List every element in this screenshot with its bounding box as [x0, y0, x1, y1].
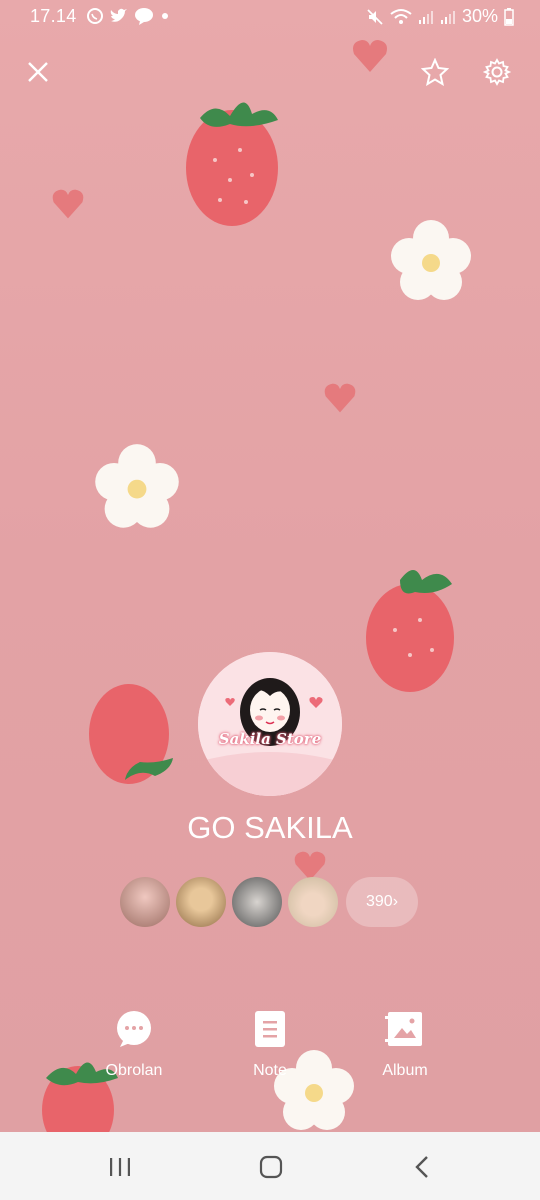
heart-decoration: [324, 383, 356, 413]
notification-icons: [86, 7, 170, 25]
strawberry-decoration: [186, 102, 278, 226]
battery-icon: [504, 7, 514, 26]
favorite-button[interactable]: [417, 54, 453, 90]
twitter-icon: [110, 8, 127, 22]
signal-icon: [440, 10, 455, 24]
chevron-right-icon: ›: [392, 893, 399, 910]
chat-bubble-icon: [117, 1011, 151, 1047]
chat-button[interactable]: Obrolan: [84, 1006, 184, 1080]
friends-count-button[interactable]: 390 ›: [346, 877, 418, 927]
album-icon: [385, 1012, 422, 1046]
friends-count: 390: [365, 893, 393, 910]
battery-percent: 30%: [461, 6, 498, 26]
signal-icon: [418, 10, 433, 24]
star-icon: [421, 58, 449, 86]
home-icon: [259, 1155, 283, 1179]
strawberry-decoration: [89, 684, 173, 784]
chat-label: Obrolan: [105, 1062, 163, 1079]
note-label: Note: [253, 1062, 287, 1079]
close-icon: [28, 62, 48, 82]
friend-avatar[interactable]: [288, 877, 338, 927]
friends-row[interactable]: 390 ›: [120, 876, 418, 928]
system-nav-bar: [0, 1132, 540, 1200]
flower-decoration: [391, 220, 471, 300]
dot-icon: [162, 13, 168, 19]
cover-background: [0, 0, 540, 1132]
settings-button[interactable]: [479, 54, 515, 90]
note-button[interactable]: Note: [220, 1006, 320, 1080]
mute-icon: [367, 8, 383, 25]
recents-button[interactable]: [100, 1152, 140, 1182]
friend-avatar[interactable]: [232, 877, 282, 927]
strawberry-decoration: [366, 570, 454, 692]
status-bar: 17.14 30%: [0, 0, 540, 34]
gear-icon: [483, 58, 511, 86]
wifi-icon: [390, 8, 412, 24]
recents-icon: [110, 1158, 130, 1176]
friend-avatar[interactable]: [120, 877, 170, 927]
whatsapp-icon: [87, 8, 103, 24]
note-icon: [255, 1011, 285, 1047]
friend-avatar[interactable]: [176, 877, 226, 927]
avatar-store-text: Sakila Store: [218, 730, 322, 748]
system-status: 30%: [366, 6, 514, 27]
avatar-image: [198, 652, 342, 796]
heart-decoration: [353, 40, 387, 72]
profile-avatar[interactable]: Sakila Store: [198, 652, 342, 796]
back-button[interactable]: [402, 1152, 442, 1182]
heart-decoration: [52, 189, 84, 219]
close-button[interactable]: [20, 54, 56, 90]
line-icon: [135, 8, 153, 25]
album-button[interactable]: Album: [355, 1006, 455, 1080]
status-time: 17.14: [30, 6, 77, 26]
home-button[interactable]: [251, 1152, 291, 1182]
album-label: Album: [382, 1062, 428, 1079]
profile-name: GO SAKILA: [187, 810, 353, 845]
profile-actions: Obrolan Note Album: [0, 1006, 540, 1086]
flower-decoration: [95, 444, 179, 528]
back-icon: [415, 1156, 428, 1178]
